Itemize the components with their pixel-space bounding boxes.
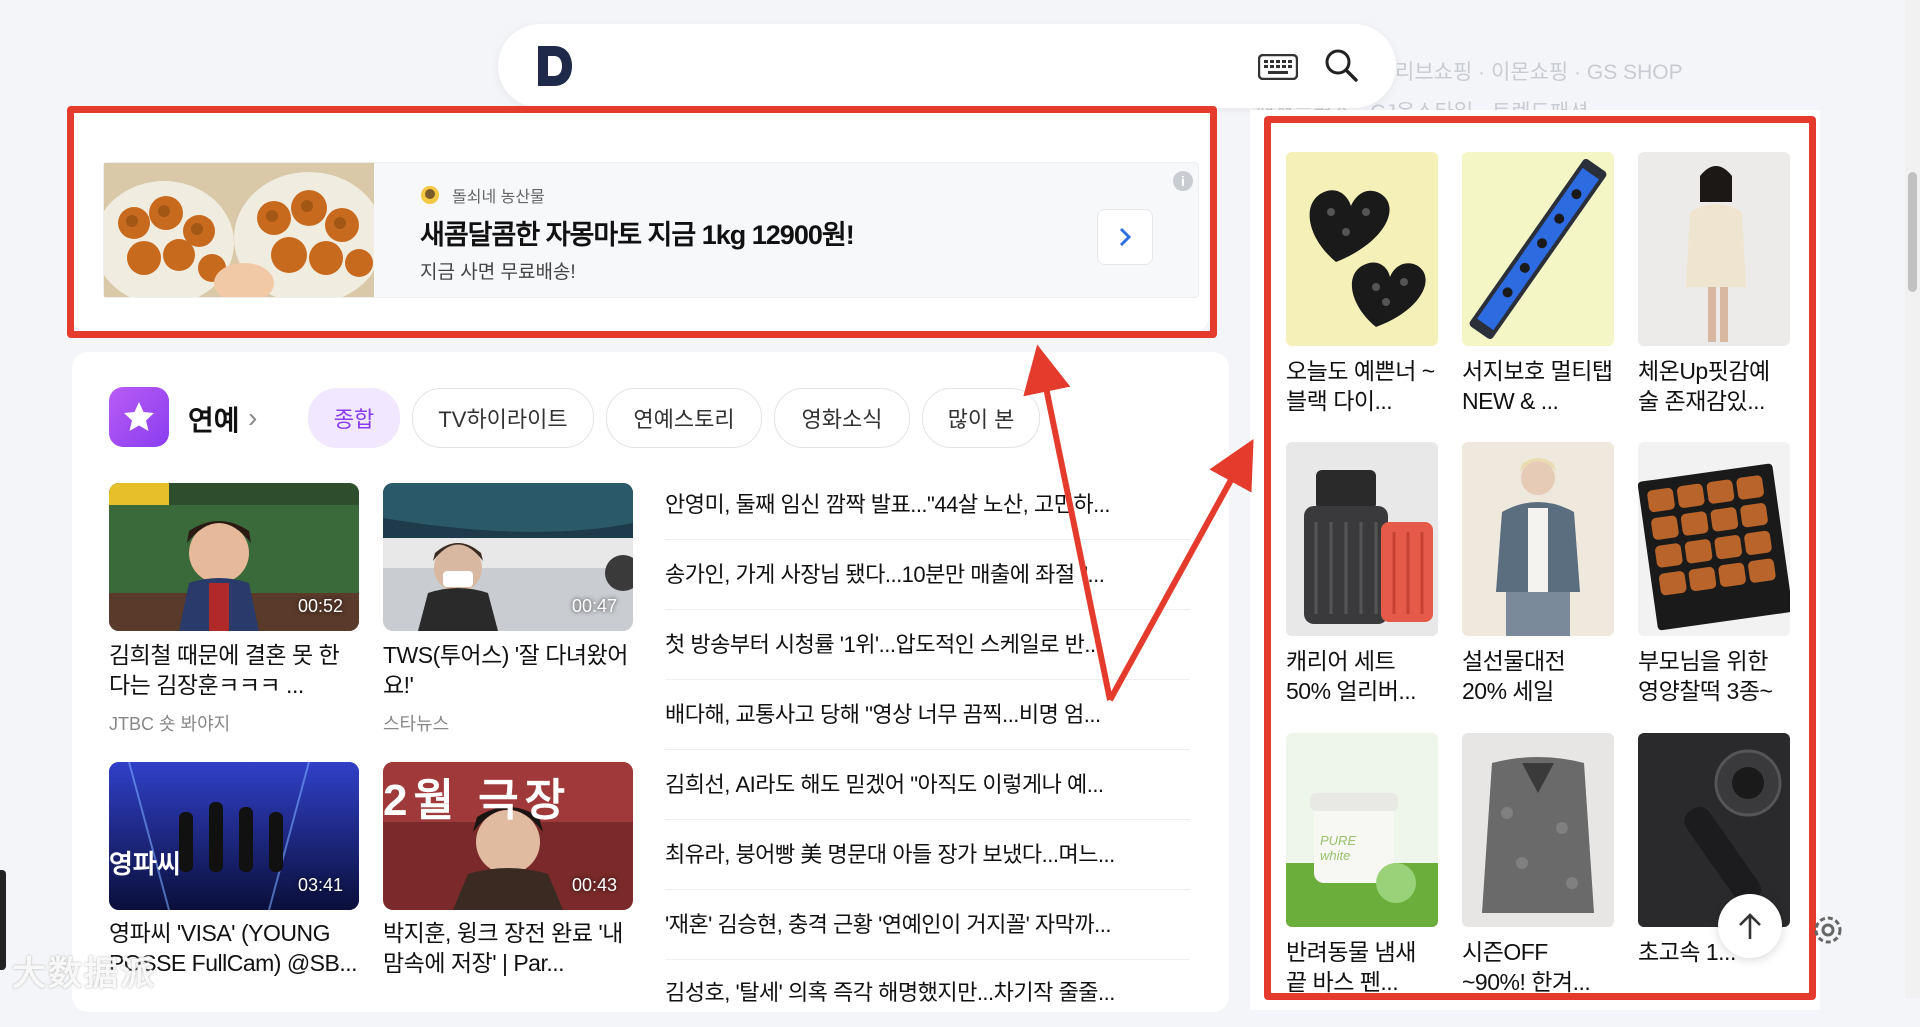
side-handle[interactable] xyxy=(0,870,6,970)
gear-icon[interactable] xyxy=(1808,910,1848,950)
scroll-to-top-button[interactable] xyxy=(1718,894,1782,958)
annotation-arrows xyxy=(1023,344,1254,702)
scrollbar[interactable] xyxy=(1905,0,1920,998)
arrow-up-icon xyxy=(1739,913,1761,939)
scrollbar-thumb[interactable] xyxy=(1908,172,1917,292)
watermark: 大数据派 xyxy=(12,955,156,993)
